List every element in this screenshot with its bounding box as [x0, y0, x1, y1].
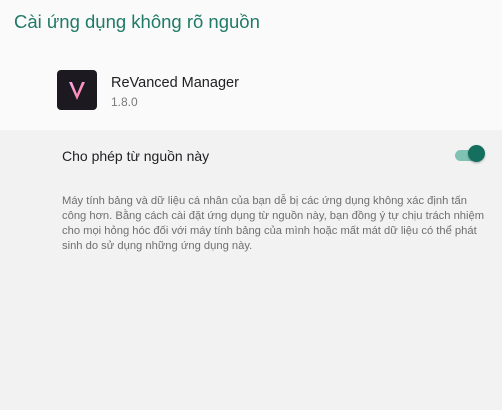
allow-from-source-toggle[interactable] [455, 145, 485, 163]
revanced-logo-svg [69, 82, 85, 100]
security-warning-text: Máy tính bảng và dữ liệu cá nhân của bạn… [62, 195, 485, 252]
revanced-logo-icon [57, 70, 97, 110]
allow-from-source-label: Cho phép từ nguồn này [62, 148, 210, 164]
app-version: 1.8.0 [111, 95, 138, 109]
app-name: ReVanced Manager [111, 75, 239, 91]
page-title: Cài ứng dụng không rõ nguồn [14, 11, 260, 32]
toggle-thumb [468, 145, 485, 162]
allow-from-source-row[interactable]: Cho phép từ nguồn này [0, 136, 502, 176]
install-unknown-apps-screen: Cài ứng dụng không rõ nguồn ReVanced Man… [0, 0, 502, 410]
